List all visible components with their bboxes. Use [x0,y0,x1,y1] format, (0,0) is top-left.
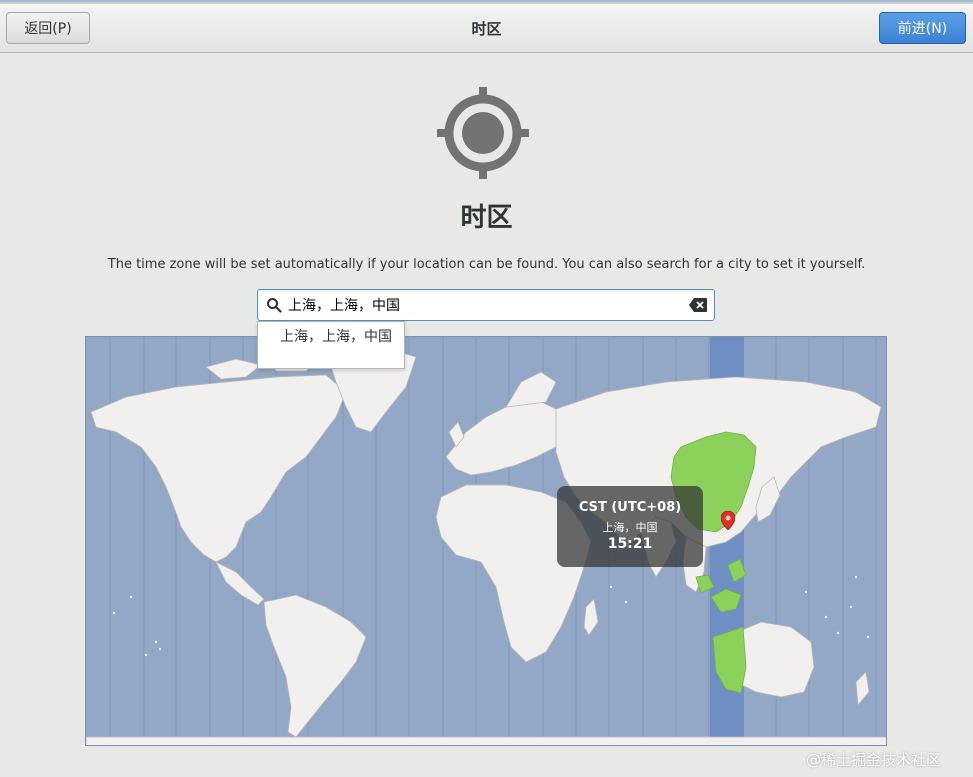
timezone-window: 返回(P) 时区 前进(N) 时区 The time zone will be … [0,0,973,777]
back-button[interactable]: 返回(P) [6,12,90,44]
header-title: 时区 [471,19,502,38]
city-search-input[interactable] [288,294,678,316]
magnifier-icon [267,298,282,313]
world-map-graphic [86,337,886,745]
suggestion-item[interactable]: 上海，上海，中国 [280,326,392,346]
backspace-clear-icon[interactable] [689,298,707,312]
timezone-city: 上海，中国 [602,521,658,534]
city-search-field[interactable] [257,289,715,321]
world-timezone-map[interactable] [85,336,887,746]
search-suggestions-popup: 上海，上海，中国 [257,321,405,369]
map-pin-icon [721,511,735,530]
header-bar: 返回(P) 时区 前进(N) [0,4,973,53]
description-text: The time zone will be set automatically … [107,257,866,272]
watermark-text: @稀土掘金技术社区 [806,751,942,769]
crosshair-target-icon [437,87,529,179]
timezone-current-time: 15:21 [607,536,653,552]
next-button[interactable]: 前进(N) [879,12,966,44]
page-title: 时区 [460,203,513,233]
timezone-tooltip: CST (UTC+08) 上海，中国 15:21 [557,486,703,567]
timezone-abbreviation: CST (UTC+08) [578,500,682,515]
